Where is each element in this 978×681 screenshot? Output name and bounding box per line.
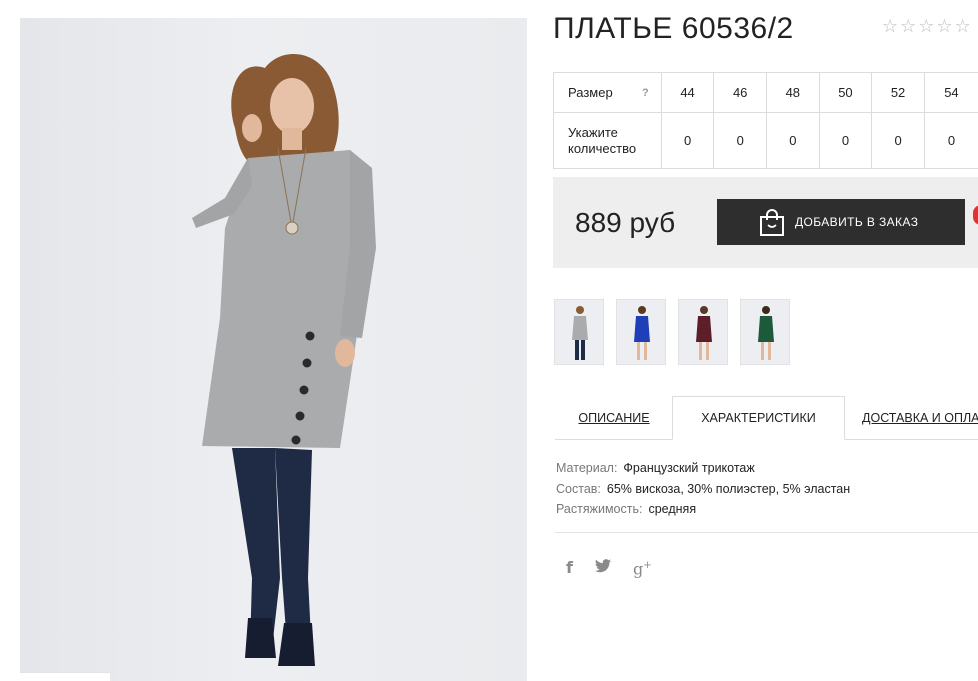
quantity-input-52[interactable]: 0: [871, 112, 925, 169]
star-icon[interactable]: ☆: [918, 18, 934, 36]
star-icon[interactable]: ☆: [882, 18, 898, 36]
price: 889 руб: [575, 207, 676, 238]
quantity-input-46[interactable]: 0: [713, 112, 767, 169]
star-icon[interactable]: ☆: [936, 18, 952, 36]
quantity-input-44[interactable]: 0: [660, 112, 715, 169]
size-label-cell: Размер ?: [553, 72, 662, 113]
size-50: 50: [818, 72, 873, 113]
shopping-bag-icon: [759, 208, 785, 236]
tab-characteristics[interactable]: ХАРАКТЕРИСТИКИ: [672, 396, 845, 440]
photo-caption-strip: [20, 672, 110, 681]
tab-description-label: ОПИСАНИЕ: [578, 411, 650, 425]
model-illustration: [192, 54, 376, 666]
size-44: 44: [660, 72, 715, 113]
help-icon[interactable]: ?: [642, 85, 649, 101]
size-row: Размер ? 44 46 48 50 52 54: [553, 72, 978, 113]
size-48: 48: [766, 72, 820, 113]
thumbnail-burgundy-dress[interactable]: [678, 299, 728, 365]
star-icon[interactable]: ☆: [900, 18, 916, 36]
tab-delivery-label: ДОСТАВКА И ОПЛА: [862, 411, 978, 425]
price-box: 889 руб ДОБАВИТЬ В ЗАКАЗ: [553, 177, 978, 268]
characteristic-material: Материал: Французский трикотаж: [556, 458, 850, 479]
thumbnail-grey-dress[interactable]: [554, 299, 604, 365]
size-46: 46: [713, 72, 767, 113]
size-quantity-table: Размер ? 44 46 48 50 52 54 Укажите колич…: [553, 72, 978, 169]
tab-characteristics-label: ХАРАКТЕРИСТИКИ: [701, 411, 816, 425]
characteristics-list: Материал: Французский трикотаж Состав: 65%…: [556, 458, 850, 520]
stretch-value: средняя: [648, 502, 697, 516]
tab-delivery[interactable]: ДОСТАВКА И ОПЛА: [862, 396, 978, 440]
quantity-input-48[interactable]: 0: [766, 112, 820, 169]
googleplus-icon[interactable]: g+: [633, 556, 652, 579]
material-key: Материал:: [556, 461, 618, 475]
thumbnail-green-dress[interactable]: [740, 299, 790, 365]
twitter-icon[interactable]: [594, 558, 611, 578]
quantity-label: Укажите количество: [553, 112, 662, 169]
quantity-input-50[interactable]: 0: [818, 112, 873, 169]
composition-value: 65% вискоза, 30% полиэстер, 5% эластан: [606, 481, 851, 496]
main-product-photo[interactable]: [20, 18, 527, 681]
add-to-order-button[interactable]: ДОБАВИТЬ В ЗАКАЗ: [717, 199, 965, 245]
material-value: Французский трикотаж: [623, 461, 755, 475]
facebook-icon[interactable]: f: [566, 558, 573, 578]
size-54: 54: [923, 72, 978, 113]
composition-key: Состав:: [556, 481, 601, 496]
quantity-row: Укажите количество 0 0 0 0 0 0: [553, 112, 978, 169]
tab-description[interactable]: ОПИСАНИЕ: [566, 396, 662, 440]
product-title: ПЛАТЬЕ 60536/2: [553, 12, 794, 45]
thumbnail-blue-dress[interactable]: [616, 299, 666, 365]
size-label: Размер: [568, 84, 613, 100]
add-to-order-label: ДОБАВИТЬ В ЗАКАЗ: [795, 215, 919, 229]
stretch-key: Растяжимость:: [556, 502, 643, 516]
rating-stars[interactable]: ☆ ☆ ☆ ☆ ☆: [882, 18, 971, 36]
characteristic-stretch: Растяжимость: средняя: [556, 499, 850, 520]
quantity-input-54[interactable]: 0: [923, 112, 978, 169]
section-divider: [555, 532, 978, 533]
star-icon[interactable]: ☆: [955, 18, 971, 36]
characteristic-composition: Состав: 65% вискоза, 30% полиэстер, 5% эл…: [556, 479, 850, 500]
color-thumbnails: [554, 299, 790, 365]
social-share: f g+: [566, 556, 652, 579]
size-52: 52: [871, 72, 925, 113]
